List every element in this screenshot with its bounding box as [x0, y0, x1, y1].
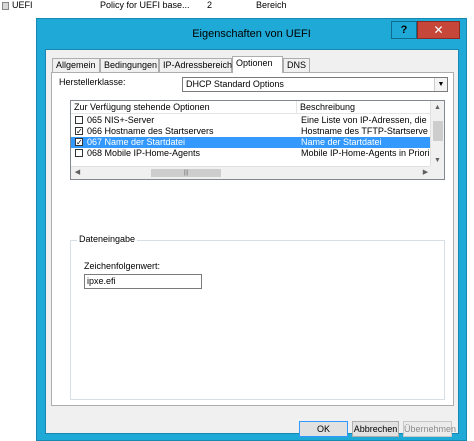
list-header: Zur Verfügung stehende Optionen Beschrei…	[71, 101, 431, 114]
column-header-description[interactable]: Beschreibung	[297, 101, 431, 114]
tab-dns[interactable]: DNS	[283, 58, 310, 72]
tab-bedingungen[interactable]: Bedingungen	[100, 58, 159, 72]
properties-dialog: Eigenschaften von UEFI ? ✕ Allgemein Bed…	[36, 18, 467, 441]
apply-button[interactable]: Übernehmen	[403, 421, 456, 437]
option-checkbox[interactable]	[75, 149, 83, 157]
bg-description: Policy for UEFI base...	[100, 0, 190, 10]
background-panel	[0, 13, 36, 441]
string-value-input[interactable]: ipxe.efi	[84, 274, 202, 289]
horizontal-scroll-thumb[interactable]: |||	[151, 169, 221, 177]
cancel-button[interactable]: Abbrechen	[352, 421, 399, 437]
option-name: 068 Mobile IP-Home-Agents	[87, 148, 201, 158]
option-description: Hostname des TFTP-Startserve	[301, 126, 428, 136]
list-item[interactable]: 065 NIS+-Server Eine Liste von IP-Adress…	[71, 115, 431, 126]
option-description: Name der Startdatei	[301, 137, 382, 147]
vertical-scroll-thumb[interactable]	[433, 121, 443, 141]
column-header-options[interactable]: Zur Verfügung stehende Optionen	[71, 101, 297, 114]
option-checkbox[interactable]	[75, 116, 83, 124]
option-checkbox[interactable]: ✓	[75, 127, 83, 136]
option-description: Mobile IP-Home-Agents in Priori	[301, 148, 429, 158]
tab-ip-adressbereich[interactable]: IP-Adressbereich	[159, 58, 232, 72]
help-button[interactable]: ?	[391, 21, 417, 39]
data-entry-group: Dateneingabe Zeichenfolgenwert: ipxe.efi	[70, 234, 445, 400]
vendor-class-label: Herstellerklasse:	[59, 77, 126, 87]
options-tab-page: Herstellerklasse: DHCP Standard Options …	[51, 72, 454, 406]
list-item-selected[interactable]: ✓ 067 Name der Startdatei Name der Start…	[71, 137, 431, 148]
scroll-left-icon[interactable]: ◀	[71, 167, 84, 179]
list-item[interactable]: ✓ 066 Hostname des Startservers Hostname…	[71, 126, 431, 137]
vertical-scrollbar[interactable]: ▲ ▼	[430, 101, 444, 167]
bg-name: UEFI	[12, 0, 33, 10]
dialog-body: Allgemein Bedingungen IP-Adressbereich O…	[45, 49, 459, 437]
bg-level: Bereich	[256, 0, 287, 10]
option-name: 065 NIS+-Server	[87, 115, 155, 125]
tab-optionen[interactable]: Optionen	[232, 56, 283, 73]
policy-icon	[2, 2, 9, 10]
data-entry-group-label: Dateneingabe	[77, 234, 138, 244]
ok-button[interactable]: OK	[299, 421, 348, 437]
vendor-class-value: DHCP Standard Options	[186, 79, 284, 89]
option-name: 066 Hostname des Startservers	[87, 126, 214, 136]
horizontal-scrollbar[interactable]: ◀ ||| ▶	[71, 166, 432, 179]
background-list-row: UEFI Policy for UEFI base... 2 Bereich	[0, 0, 474, 13]
option-description: Eine Liste von IP-Adressen, die	[301, 115, 427, 125]
available-options-list[interactable]: Zur Verfügung stehende Optionen Beschrei…	[70, 100, 445, 180]
close-button[interactable]: ✕	[417, 21, 460, 39]
chevron-down-icon[interactable]: ▼	[434, 78, 447, 91]
title-bar[interactable]: Eigenschaften von UEFI ? ✕	[37, 19, 466, 49]
tab-allgemein[interactable]: Allgemein	[52, 58, 100, 72]
string-value-label: Zeichenfolgenwert:	[84, 261, 161, 271]
scrollbar-corner	[430, 166, 444, 179]
option-checkbox[interactable]: ✓	[75, 138, 83, 147]
list-item[interactable]: 068 Mobile IP-Home-Agents Mobile IP-Home…	[71, 148, 431, 159]
vendor-class-dropdown[interactable]: DHCP Standard Options ▼	[182, 77, 448, 92]
bg-order: 2	[207, 0, 213, 10]
scroll-up-icon[interactable]: ▲	[431, 101, 444, 114]
option-name: 067 Name der Startdatei	[87, 137, 186, 147]
